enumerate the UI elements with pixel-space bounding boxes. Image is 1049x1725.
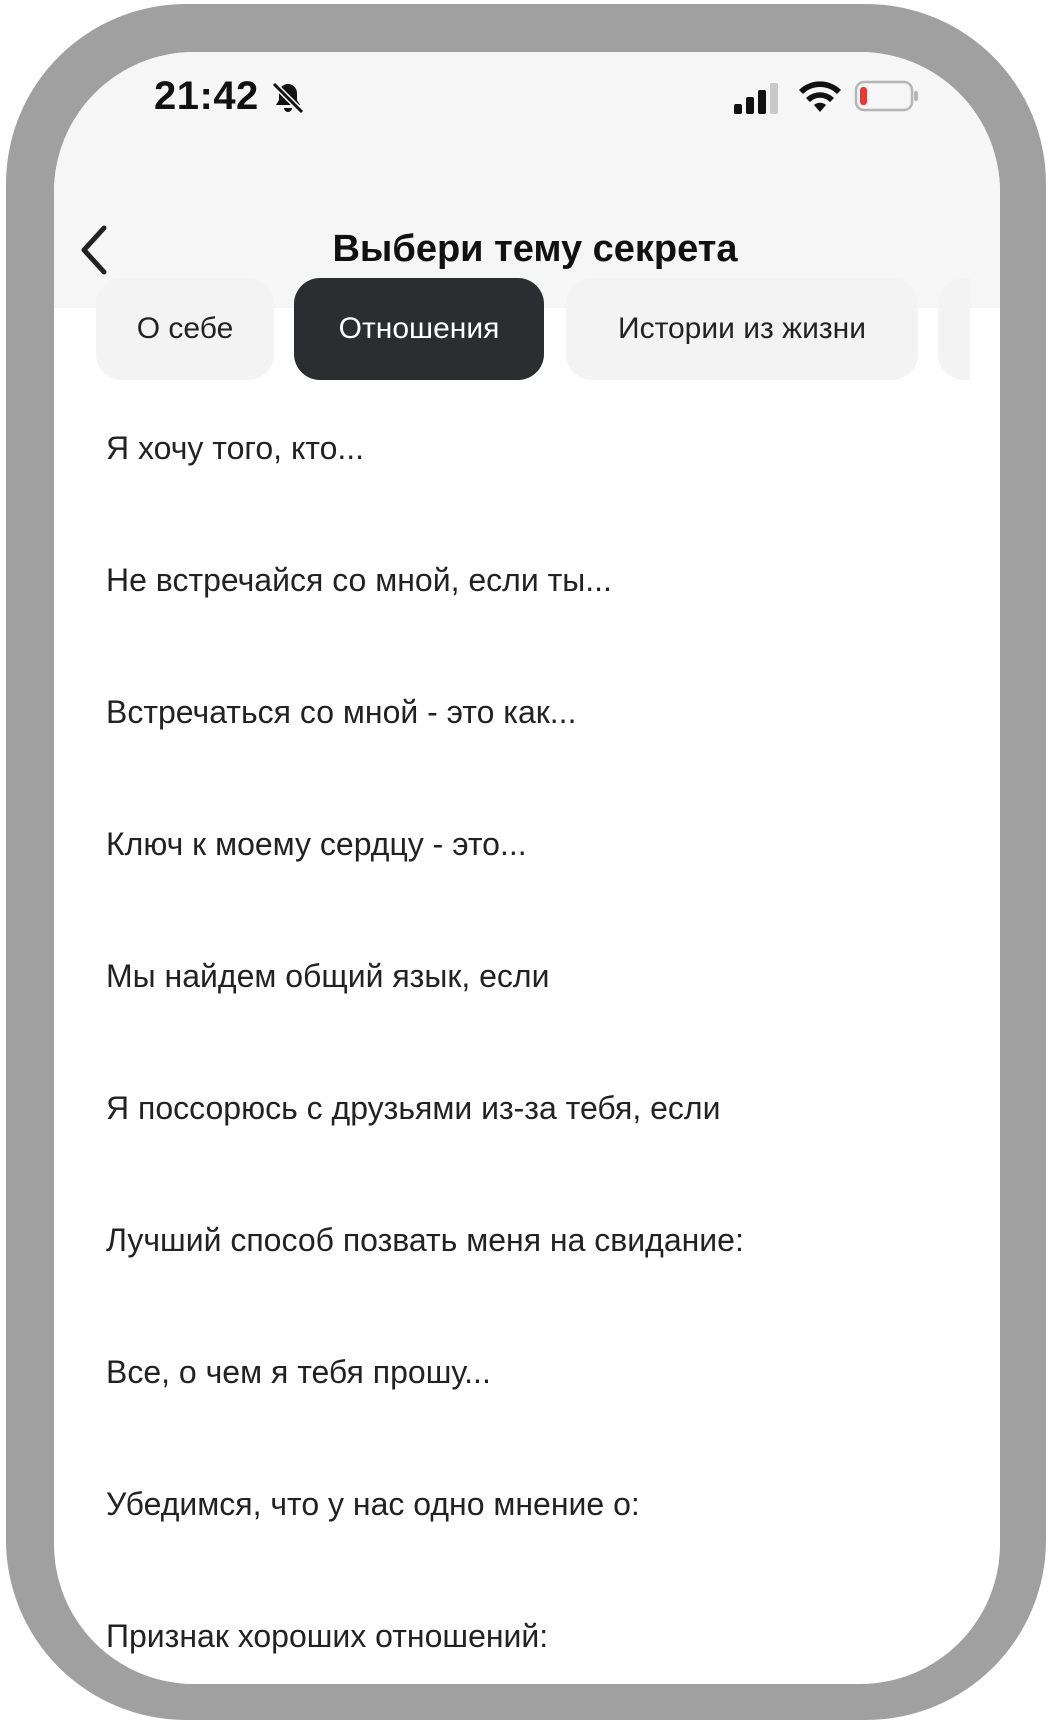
list-item[interactable]: Ключ к моему сердцу - это... xyxy=(54,778,1000,910)
list-item[interactable]: Лучший способ позвать меня на свидание: xyxy=(54,1174,1000,1306)
topic-tabs: О себе Отношения Истории из жизни xyxy=(54,278,1000,382)
battery-low-icon xyxy=(854,80,918,112)
bell-slash-icon xyxy=(271,81,305,115)
tab-relationships[interactable]: Отношения xyxy=(294,278,544,380)
list-item[interactable]: Встречаться со мной - это как... xyxy=(54,646,1000,778)
tab-about-me[interactable]: О себе xyxy=(96,278,274,380)
list-item[interactable]: Мы найдем общий язык, если xyxy=(54,910,1000,1042)
list-item[interactable]: Я хочу того, кто... xyxy=(54,382,1000,514)
page-title: Выбери тему секрета xyxy=(332,228,738,270)
topic-list: Я хочу того, кто... Не встречайся со мно… xyxy=(54,382,1000,1684)
list-item[interactable]: Все, о чем я тебя прошу... xyxy=(54,1306,1000,1438)
list-item[interactable]: Не встречайся со мной, если ты... xyxy=(54,514,1000,646)
status-time: 21:42 xyxy=(154,74,259,118)
cellular-signal-icon xyxy=(734,83,778,114)
wifi-icon xyxy=(799,81,841,112)
list-item[interactable]: Убедимся, что у нас одно мнение о: xyxy=(54,1438,1000,1570)
phone-screen: 21:42 Выбери тему секрета О себе Отношен… xyxy=(54,52,1000,1684)
tab-next-partial[interactable] xyxy=(938,278,970,380)
list-item[interactable]: Я поссорюсь с друзьями из-за тебя, если xyxy=(54,1042,1000,1174)
status-bar: 21:42 xyxy=(54,52,1000,192)
list-item[interactable]: Признак хороших отношений: xyxy=(54,1570,1000,1684)
tab-life-stories[interactable]: Истории из жизни xyxy=(566,278,918,380)
device-frame: 21:42 Выбери тему секрета О себе Отношен… xyxy=(6,4,1046,1720)
